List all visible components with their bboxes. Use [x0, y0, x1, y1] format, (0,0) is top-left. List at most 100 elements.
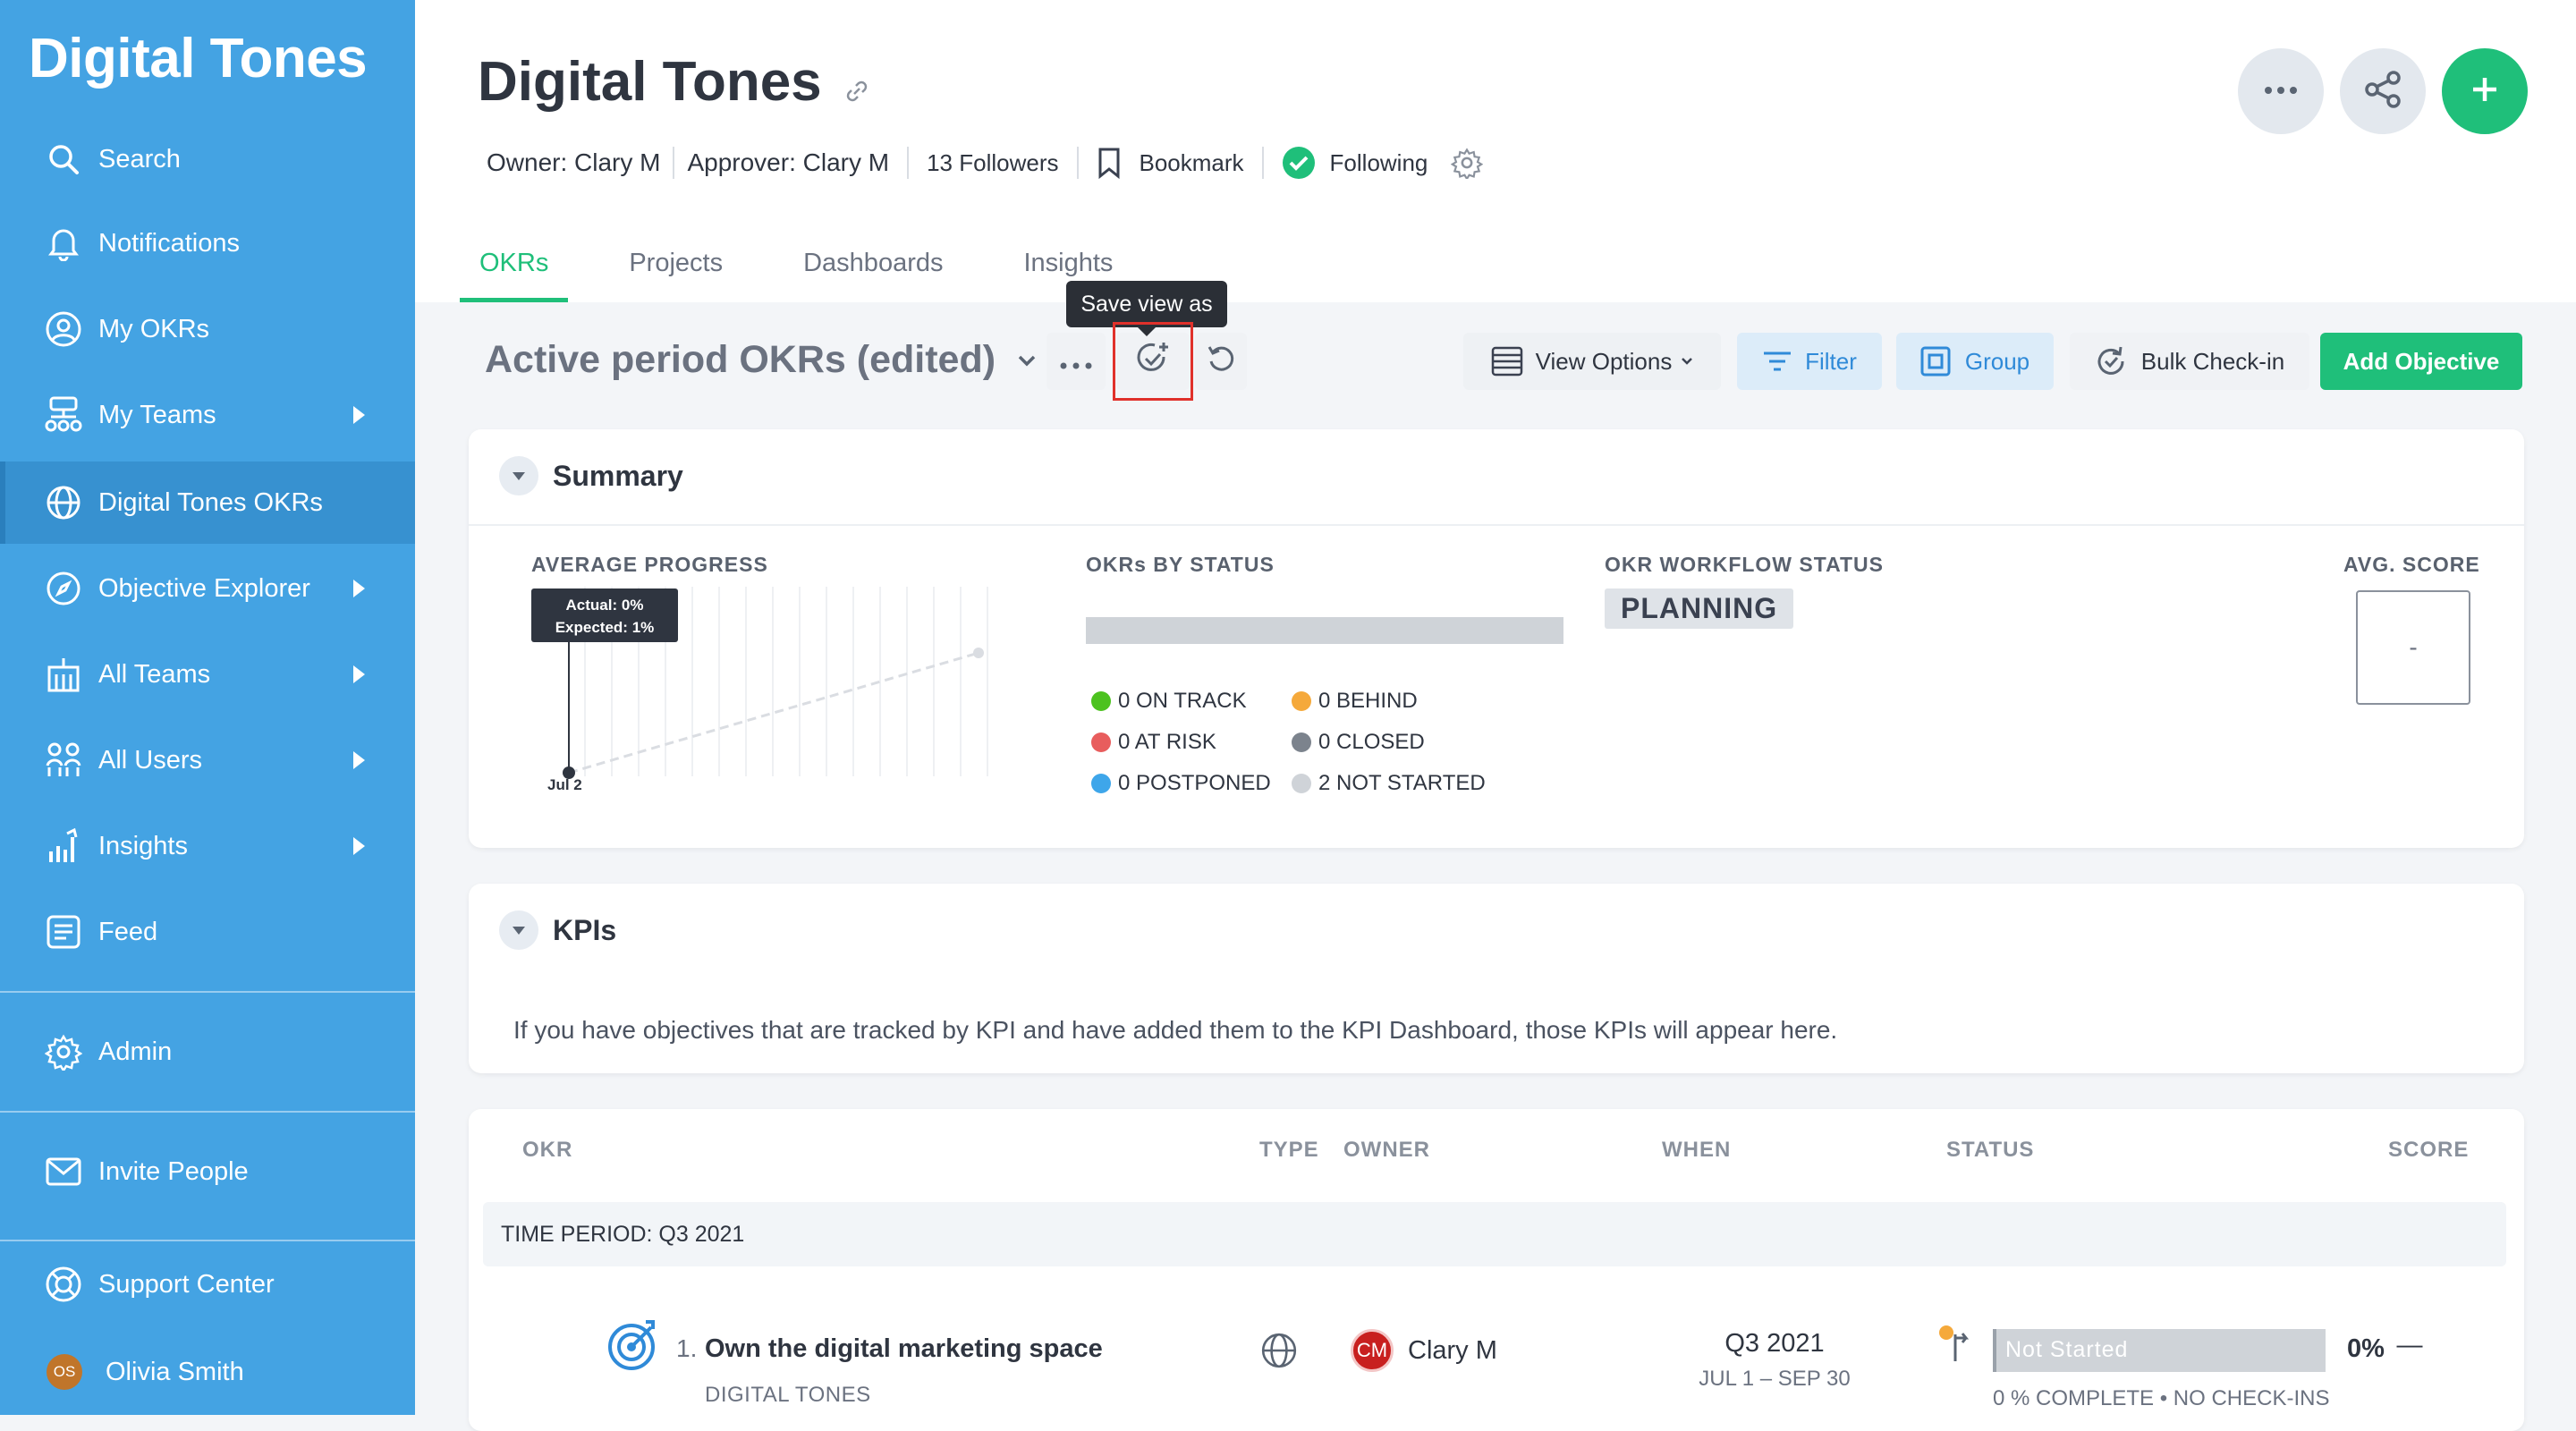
status-label: 2 NOT STARTED	[1318, 771, 1486, 795]
okrs-by-status-label: OKRs BY STATUS	[1086, 553, 1275, 576]
collapse-toggle-icon[interactable]	[499, 456, 538, 495]
status-dot	[1091, 774, 1111, 793]
expand-caret-icon[interactable]	[353, 665, 365, 683]
sidebar-item-all-teams[interactable]: All Teams	[0, 633, 415, 716]
sidebar-item-support-center[interactable]: Support Center	[0, 1243, 415, 1325]
status-signpost-icon[interactable]	[1936, 1322, 1971, 1367]
expand-caret-icon[interactable]	[353, 406, 365, 424]
status-progress-bar[interactable]: Not Started	[1993, 1329, 2326, 1372]
brand-logo[interactable]: Digital Tones	[29, 27, 368, 90]
building-icon	[43, 654, 84, 695]
view-options-button[interactable]: View Options	[1463, 333, 1721, 390]
group-button[interactable]: Group	[1896, 333, 2054, 390]
team-tree-icon	[43, 394, 84, 436]
column-header-when[interactable]: WHEN	[1662, 1138, 1731, 1163]
expand-caret-icon[interactable]	[353, 580, 365, 597]
sidebar-item-label: Support Center	[98, 1269, 275, 1299]
feed-icon	[43, 911, 84, 953]
link-icon[interactable]	[844, 54, 869, 117]
sidebar-item-search[interactable]: Search	[0, 118, 415, 200]
view-options-label: View Options	[1535, 347, 1673, 375]
column-header-type[interactable]: TYPE	[1259, 1138, 1319, 1163]
collapse-toggle-icon[interactable]	[499, 910, 538, 950]
reset-view-button[interactable]	[1195, 333, 1247, 390]
sidebar-item-admin[interactable]: Admin	[0, 1011, 415, 1093]
status-postponed: 0 POSTPONED	[1091, 771, 1271, 796]
bulk-checkin-button[interactable]: Bulk Check-in	[2070, 333, 2309, 390]
column-header-status[interactable]: STATUS	[1946, 1138, 2034, 1163]
sidebar-item-label: All Teams	[98, 659, 211, 689]
status-label: 0 POSTPONED	[1118, 771, 1271, 795]
following-label: Following	[1329, 148, 1428, 176]
sidebar-item-label: Feed	[98, 917, 158, 946]
progress-sub-label: 0 % COMPLETE • NO CHECK-INS	[1993, 1386, 2330, 1410]
time-period-group-header[interactable]: TIME PERIOD: Q3 2021	[483, 1202, 2506, 1266]
approver-label[interactable]: Approver: Clary M	[687, 148, 889, 177]
objective-title[interactable]: Own the digital marketing space	[705, 1334, 1103, 1364]
tab-okrs[interactable]: OKRs	[460, 240, 569, 302]
meta-divider	[673, 147, 675, 179]
status-dot	[1091, 691, 1111, 711]
status-dot	[1292, 691, 1311, 711]
page-title: Digital Tones	[478, 50, 869, 117]
bookmark-icon	[1097, 147, 1122, 179]
search-icon	[43, 139, 84, 180]
expand-caret-icon[interactable]	[353, 837, 365, 855]
okr-table: OKR TYPE OWNER WHEN STATUS SCORE TIME PE…	[469, 1109, 2524, 1431]
sidebar-item-my-okrs[interactable]: My OKRs	[0, 288, 415, 370]
chart-date-label: Jul 2	[547, 776, 582, 793]
page-header: Digital Tones Owner: Clary M Approver: C…	[415, 0, 2576, 302]
followers-count[interactable]: 13 Followers	[927, 149, 1058, 177]
sidebar-item-notifications[interactable]: Notifications	[0, 202, 415, 284]
globe-icon	[43, 482, 84, 523]
sidebar-item-feed[interactable]: Feed	[0, 891, 415, 973]
user-name: Olivia Smith	[106, 1357, 244, 1386]
workflow-status-badge[interactable]: PLANNING	[1605, 588, 1794, 629]
owner-name[interactable]: Clary M	[1408, 1336, 1497, 1366]
share-button[interactable]	[2340, 48, 2426, 134]
sidebar-item-objective-explorer[interactable]: Objective Explorer	[0, 547, 415, 630]
summary-title: Summary	[553, 459, 683, 492]
meta-divider	[907, 147, 910, 179]
avatar[interactable]: CM	[1351, 1329, 1394, 1372]
filter-button[interactable]: Filter	[1737, 333, 1882, 390]
user-circle-icon	[43, 309, 84, 350]
avg-score-label: AVG. SCORE	[2343, 553, 2480, 576]
sidebar-item-my-teams[interactable]: My Teams	[0, 374, 415, 456]
sidebar-item-label: Insights	[98, 831, 188, 860]
add-objective-button[interactable]: Add Objective	[2320, 333, 2522, 390]
status-on-track: 0 ON TRACK	[1091, 689, 1247, 714]
tab-dashboards[interactable]: Dashboards	[784, 240, 962, 302]
sidebar-item-label: All Users	[98, 745, 203, 775]
gear-icon[interactable]	[1451, 147, 1484, 179]
progress-percent: 0%	[2347, 1334, 2385, 1363]
column-header-score[interactable]: SCORE	[2388, 1138, 2469, 1163]
sidebar-divider	[0, 1111, 415, 1113]
workflow-status-label: OKR WORKFLOW STATUS	[1605, 553, 1884, 576]
sidebar-item-digital-tones-okrs[interactable]: Digital Tones OKRs	[0, 461, 415, 544]
row-number: 1.	[676, 1334, 698, 1362]
kpis-header[interactable]: KPIs	[499, 910, 616, 950]
table-row[interactable]: 1. Own the digital marketing space DIGIT…	[469, 1283, 2524, 1431]
column-header-okr[interactable]: OKR	[522, 1138, 572, 1163]
status-not-started: 2 NOT STARTED	[1292, 771, 1486, 796]
add-button[interactable]	[2442, 48, 2528, 134]
sidebar-item-all-users[interactable]: All Users	[0, 719, 415, 801]
summary-header[interactable]: Summary	[499, 456, 683, 495]
column-header-owner[interactable]: OWNER	[1343, 1138, 1430, 1163]
bookmark-button[interactable]: Bookmark	[1097, 147, 1244, 179]
sidebar-item-invite-people[interactable]: Invite People	[0, 1130, 415, 1213]
tab-projects[interactable]: Projects	[609, 240, 742, 302]
more-options-button[interactable]	[2238, 48, 2324, 134]
sidebar-item-insights[interactable]: Insights	[0, 805, 415, 887]
sidebar-item-user-profile[interactable]: OS Olivia Smith	[0, 1331, 415, 1413]
following-button[interactable]: Following	[1282, 146, 1428, 180]
view-title: Active period OKRs (edited)	[485, 338, 996, 381]
owner-label[interactable]: Owner: Clary M	[487, 148, 660, 177]
saved-view-selector[interactable]: Active period OKRs (edited)	[485, 338, 1037, 382]
expand-caret-icon[interactable]	[353, 751, 365, 769]
sidebar: Digital Tones Search Notifications My OK…	[0, 0, 415, 1415]
sidebar-item-label: Digital Tones OKRs	[98, 487, 323, 517]
view-more-button[interactable]	[1046, 333, 1106, 390]
objective-team[interactable]: DIGITAL TONES	[705, 1383, 871, 1408]
